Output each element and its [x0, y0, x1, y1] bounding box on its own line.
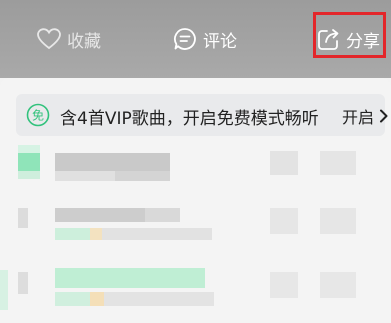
blurred-song-row	[0, 260, 391, 323]
comment-button[interactable]: 评论	[173, 0, 237, 78]
chat-bubble-icon	[173, 27, 197, 51]
vip-free-mode-banner[interactable]: 免 含4首VIP歌曲，开启免费模式畅听 开启	[16, 94, 388, 136]
free-mode-icon: 免	[26, 103, 50, 131]
favorite-button[interactable]: 收藏	[37, 0, 101, 78]
blurred-song-row	[0, 198, 391, 248]
top-action-bar: 收藏 评论 分享	[0, 0, 391, 78]
enable-free-mode-link[interactable]: 开启	[342, 104, 374, 128]
vip-banner-text: 含4首VIP歌曲，开启免费模式畅听	[60, 109, 319, 129]
svg-text:免: 免	[32, 108, 44, 123]
favorite-label: 收藏	[67, 31, 101, 52]
blurred-song-row	[0, 145, 391, 190]
chevron-right-icon	[379, 108, 389, 127]
share-highlight-box	[313, 12, 386, 58]
heart-outline-icon	[37, 28, 61, 50]
comment-label: 评论	[203, 31, 237, 52]
